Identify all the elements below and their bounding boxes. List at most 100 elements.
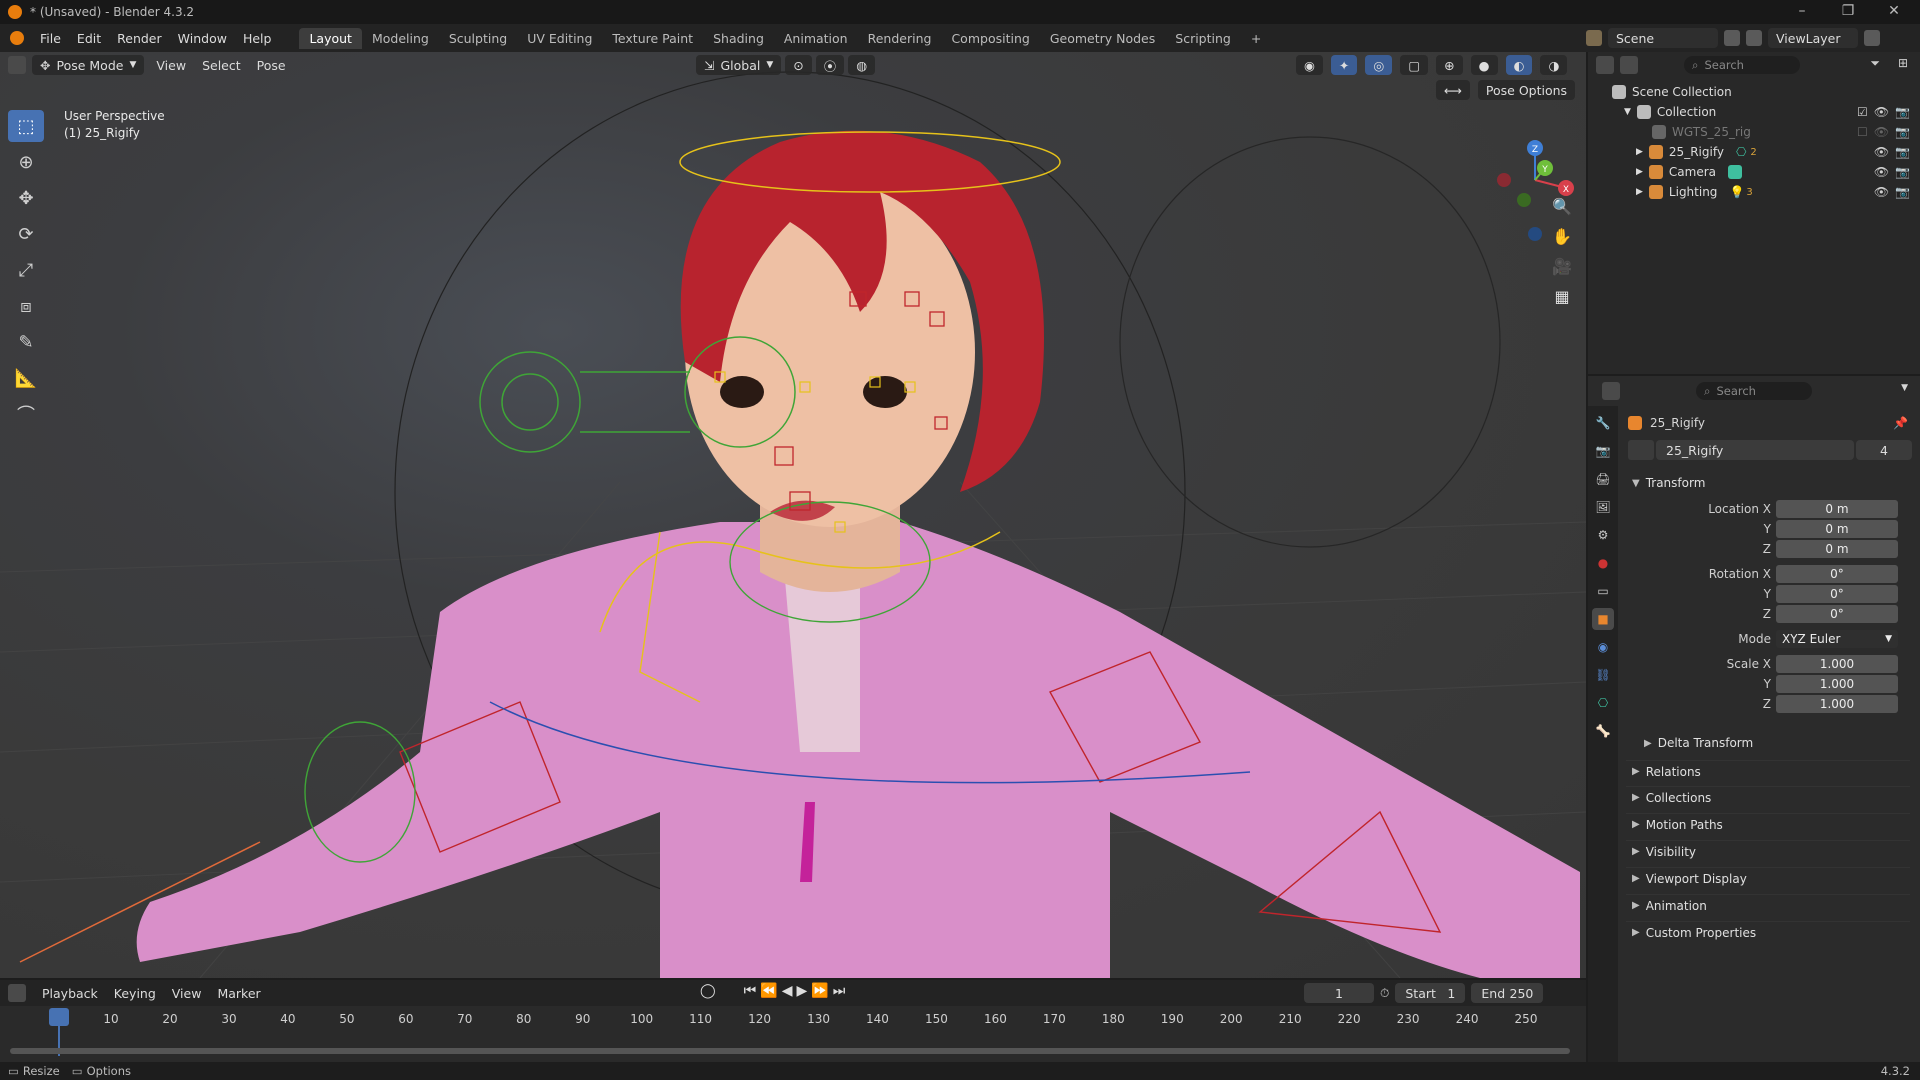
timeline-menu-keying[interactable]: Keying [106, 986, 164, 1001]
object-tab-icon[interactable]: ■ [1592, 608, 1614, 630]
timeline-scrollbar[interactable] [10, 1048, 1570, 1054]
expand-arrow-icon[interactable]: ▶ [1636, 147, 1643, 157]
bone-size-tool[interactable]: ⌒ [8, 398, 44, 430]
properties-search-input[interactable]: ⌕ Search [1696, 382, 1812, 400]
timeline-ruler[interactable]: 1102030405060708090100110120130140150160… [0, 1006, 1586, 1062]
select-box-tool[interactable]: ⬚ [8, 110, 44, 142]
eye-icon[interactable]: 👁 [1874, 105, 1889, 119]
rotation-mode-select[interactable]: XYZ Euler ▼ [1776, 630, 1898, 648]
tab-rendering[interactable]: Rendering [858, 28, 942, 49]
cursor-tool[interactable]: ⊕ [8, 146, 44, 178]
maximize-icon[interactable]: ❐ [1830, 0, 1866, 24]
panel-motion-paths[interactable]: ▶ Motion Paths [1626, 813, 1910, 835]
panel-transform[interactable]: ▼ Transform [1626, 472, 1910, 494]
3d-viewport[interactable]: ✥ Pose Mode ▼ View Select Pose ⇲ Global ▼ ⊙ … [0, 52, 1586, 978]
new-scene-icon[interactable] [1724, 30, 1740, 46]
datablock-name-field[interactable]: 25_Rigify [1656, 440, 1854, 460]
tab-animation[interactable]: Animation [774, 28, 858, 49]
scale-z-field[interactable]: 1.000 [1776, 695, 1898, 713]
object-data-tab-icon[interactable]: ⎔ [1592, 692, 1614, 714]
start-frame-field[interactable]: Start 1 [1395, 983, 1466, 1003]
outliner-row-camera[interactable]: ▶ Camera 👁 📷 [1588, 162, 1920, 182]
camera-render-icon[interactable]: 📷 [1895, 145, 1910, 159]
scale-y-field[interactable]: 1.000 [1776, 675, 1898, 693]
mode-selector[interactable]: ✥ Pose Mode ▼ [32, 55, 145, 75]
pan-hand-icon[interactable]: ✋ [1548, 222, 1576, 250]
panel-delta-transform[interactable]: ▶ Delta Transform [1638, 732, 1910, 754]
tab-texture-paint[interactable]: Texture Paint [602, 28, 703, 49]
panel-custom-properties[interactable]: ▶ Custom Properties [1626, 921, 1910, 943]
zoom-icon[interactable]: 🔍 [1548, 192, 1576, 220]
world-tab-icon[interactable]: ● [1592, 552, 1614, 574]
editor-type-icon[interactable] [8, 56, 26, 74]
outliner-row-collection[interactable]: ▼ Collection ☑ 👁 📷 [1588, 102, 1920, 122]
visibility-button[interactable]: ◉ [1296, 55, 1323, 75]
user-count[interactable]: 4 [1856, 440, 1912, 460]
shading-wireframe-button[interactable]: ⊕ [1436, 55, 1463, 75]
xray-button[interactable]: ▢ [1400, 55, 1429, 75]
viewport-menu-pose[interactable]: Pose [249, 58, 294, 73]
outliner-row-wgts[interactable]: WGTS_25_rig ☐ 👁 📷 [1588, 122, 1920, 142]
panel-visibility[interactable]: ▶ Visibility [1626, 840, 1910, 862]
menu-help[interactable]: Help [235, 31, 280, 46]
tab-geometry-nodes[interactable]: Geometry Nodes [1040, 28, 1165, 49]
pose-options-button[interactable]: Pose Options [1477, 80, 1576, 100]
shading-solid-button[interactable]: ● [1470, 55, 1498, 75]
blender-menu-icon[interactable] [10, 31, 24, 45]
menu-edit[interactable]: Edit [69, 31, 109, 46]
next-keyframe-icon[interactable]: ⏩ [811, 983, 828, 999]
outliner-search-input[interactable]: ⌕ Search [1684, 56, 1800, 74]
tab-compositing[interactable]: Compositing [941, 28, 1039, 49]
output-tab-icon[interactable]: 🖨 [1592, 468, 1614, 490]
tool-tab-icon[interactable]: 🔧 [1592, 412, 1614, 434]
camera-render-icon[interactable]: 📷 [1895, 185, 1910, 199]
expand-arrow-icon[interactable]: ▼ [1624, 107, 1631, 117]
outliner-row-rigify[interactable]: ▶ 25_Rigify ⎔ 2 👁 📷 [1588, 142, 1920, 162]
overlay-toggle-button[interactable]: ◎ [1365, 55, 1393, 75]
shading-rendered-button[interactable]: ◑ [1540, 55, 1568, 75]
timeline-editor-type-icon[interactable] [8, 984, 26, 1002]
minimize-icon[interactable]: – [1784, 0, 1820, 24]
jump-start-icon[interactable]: ⏮ [744, 983, 757, 999]
autokey-icon[interactable]: ◯ [700, 983, 716, 999]
panel-animation[interactable]: ▶ Animation [1626, 894, 1910, 916]
jump-end-icon[interactable]: ⏭ [833, 983, 846, 999]
panel-collections[interactable]: ▶ Collections [1626, 786, 1910, 808]
eye-icon[interactable]: 👁 [1874, 185, 1889, 199]
end-frame-field[interactable]: End 250 [1471, 983, 1544, 1003]
eye-icon[interactable]: 👁 [1874, 125, 1889, 139]
props-editor-type-icon[interactable] [1602, 382, 1620, 400]
outliner-editor-type-icon[interactable] [1596, 56, 1614, 74]
prev-keyframe-icon[interactable]: ⏪ [760, 983, 777, 999]
timeline-menu-marker[interactable]: Marker [209, 986, 268, 1001]
view-layer-tab-icon[interactable]: 🖼 [1592, 496, 1614, 518]
ortho-grid-icon[interactable]: ▦ [1548, 282, 1576, 310]
viewport-menu-view[interactable]: View [148, 58, 194, 73]
tab-sculpting[interactable]: Sculpting [439, 28, 517, 49]
camera-render-icon[interactable]: 📷 [1895, 165, 1910, 179]
pin-icon[interactable]: 📌 [1893, 416, 1908, 430]
camera-view-icon[interactable]: 🎥 [1548, 252, 1576, 280]
timeline-menu-view[interactable]: View [164, 986, 210, 1001]
play-reverse-icon[interactable]: ◀ [782, 983, 793, 999]
transform-tool[interactable]: ⧈ [8, 290, 44, 322]
rotation-x-field[interactable]: 0° [1776, 565, 1898, 583]
rotation-y-field[interactable]: 0° [1776, 585, 1898, 603]
rotation-z-field[interactable]: 0° [1776, 605, 1898, 623]
expand-arrow-icon[interactable]: ▶ [1636, 187, 1643, 197]
browse-object-icon[interactable] [1628, 440, 1654, 460]
expand-arrow-icon[interactable]: ▶ [1636, 167, 1643, 177]
current-frame-field[interactable]: 1 [1304, 983, 1374, 1003]
outliner-row-lighting[interactable]: ▶ Lighting 💡 3 👁 📷 [1588, 182, 1920, 202]
menu-file[interactable]: File [32, 31, 69, 46]
render-tab-icon[interactable]: 📷 [1592, 440, 1614, 462]
tab-shading[interactable]: Shading [703, 28, 774, 49]
location-z-field[interactable]: 0 m [1776, 540, 1898, 558]
tab-layout[interactable]: Layout [299, 27, 362, 49]
timeline-menu-playback[interactable]: Playback [34, 986, 106, 1001]
chevron-down-icon[interactable]: ▼ [1901, 383, 1908, 393]
tab-modeling[interactable]: Modeling [362, 28, 439, 49]
close-icon[interactable]: ✕ [1876, 0, 1912, 24]
physics-tab-icon[interactable]: ◉ [1592, 636, 1614, 658]
checkbox-icon[interactable]: ☐ [1857, 125, 1868, 139]
